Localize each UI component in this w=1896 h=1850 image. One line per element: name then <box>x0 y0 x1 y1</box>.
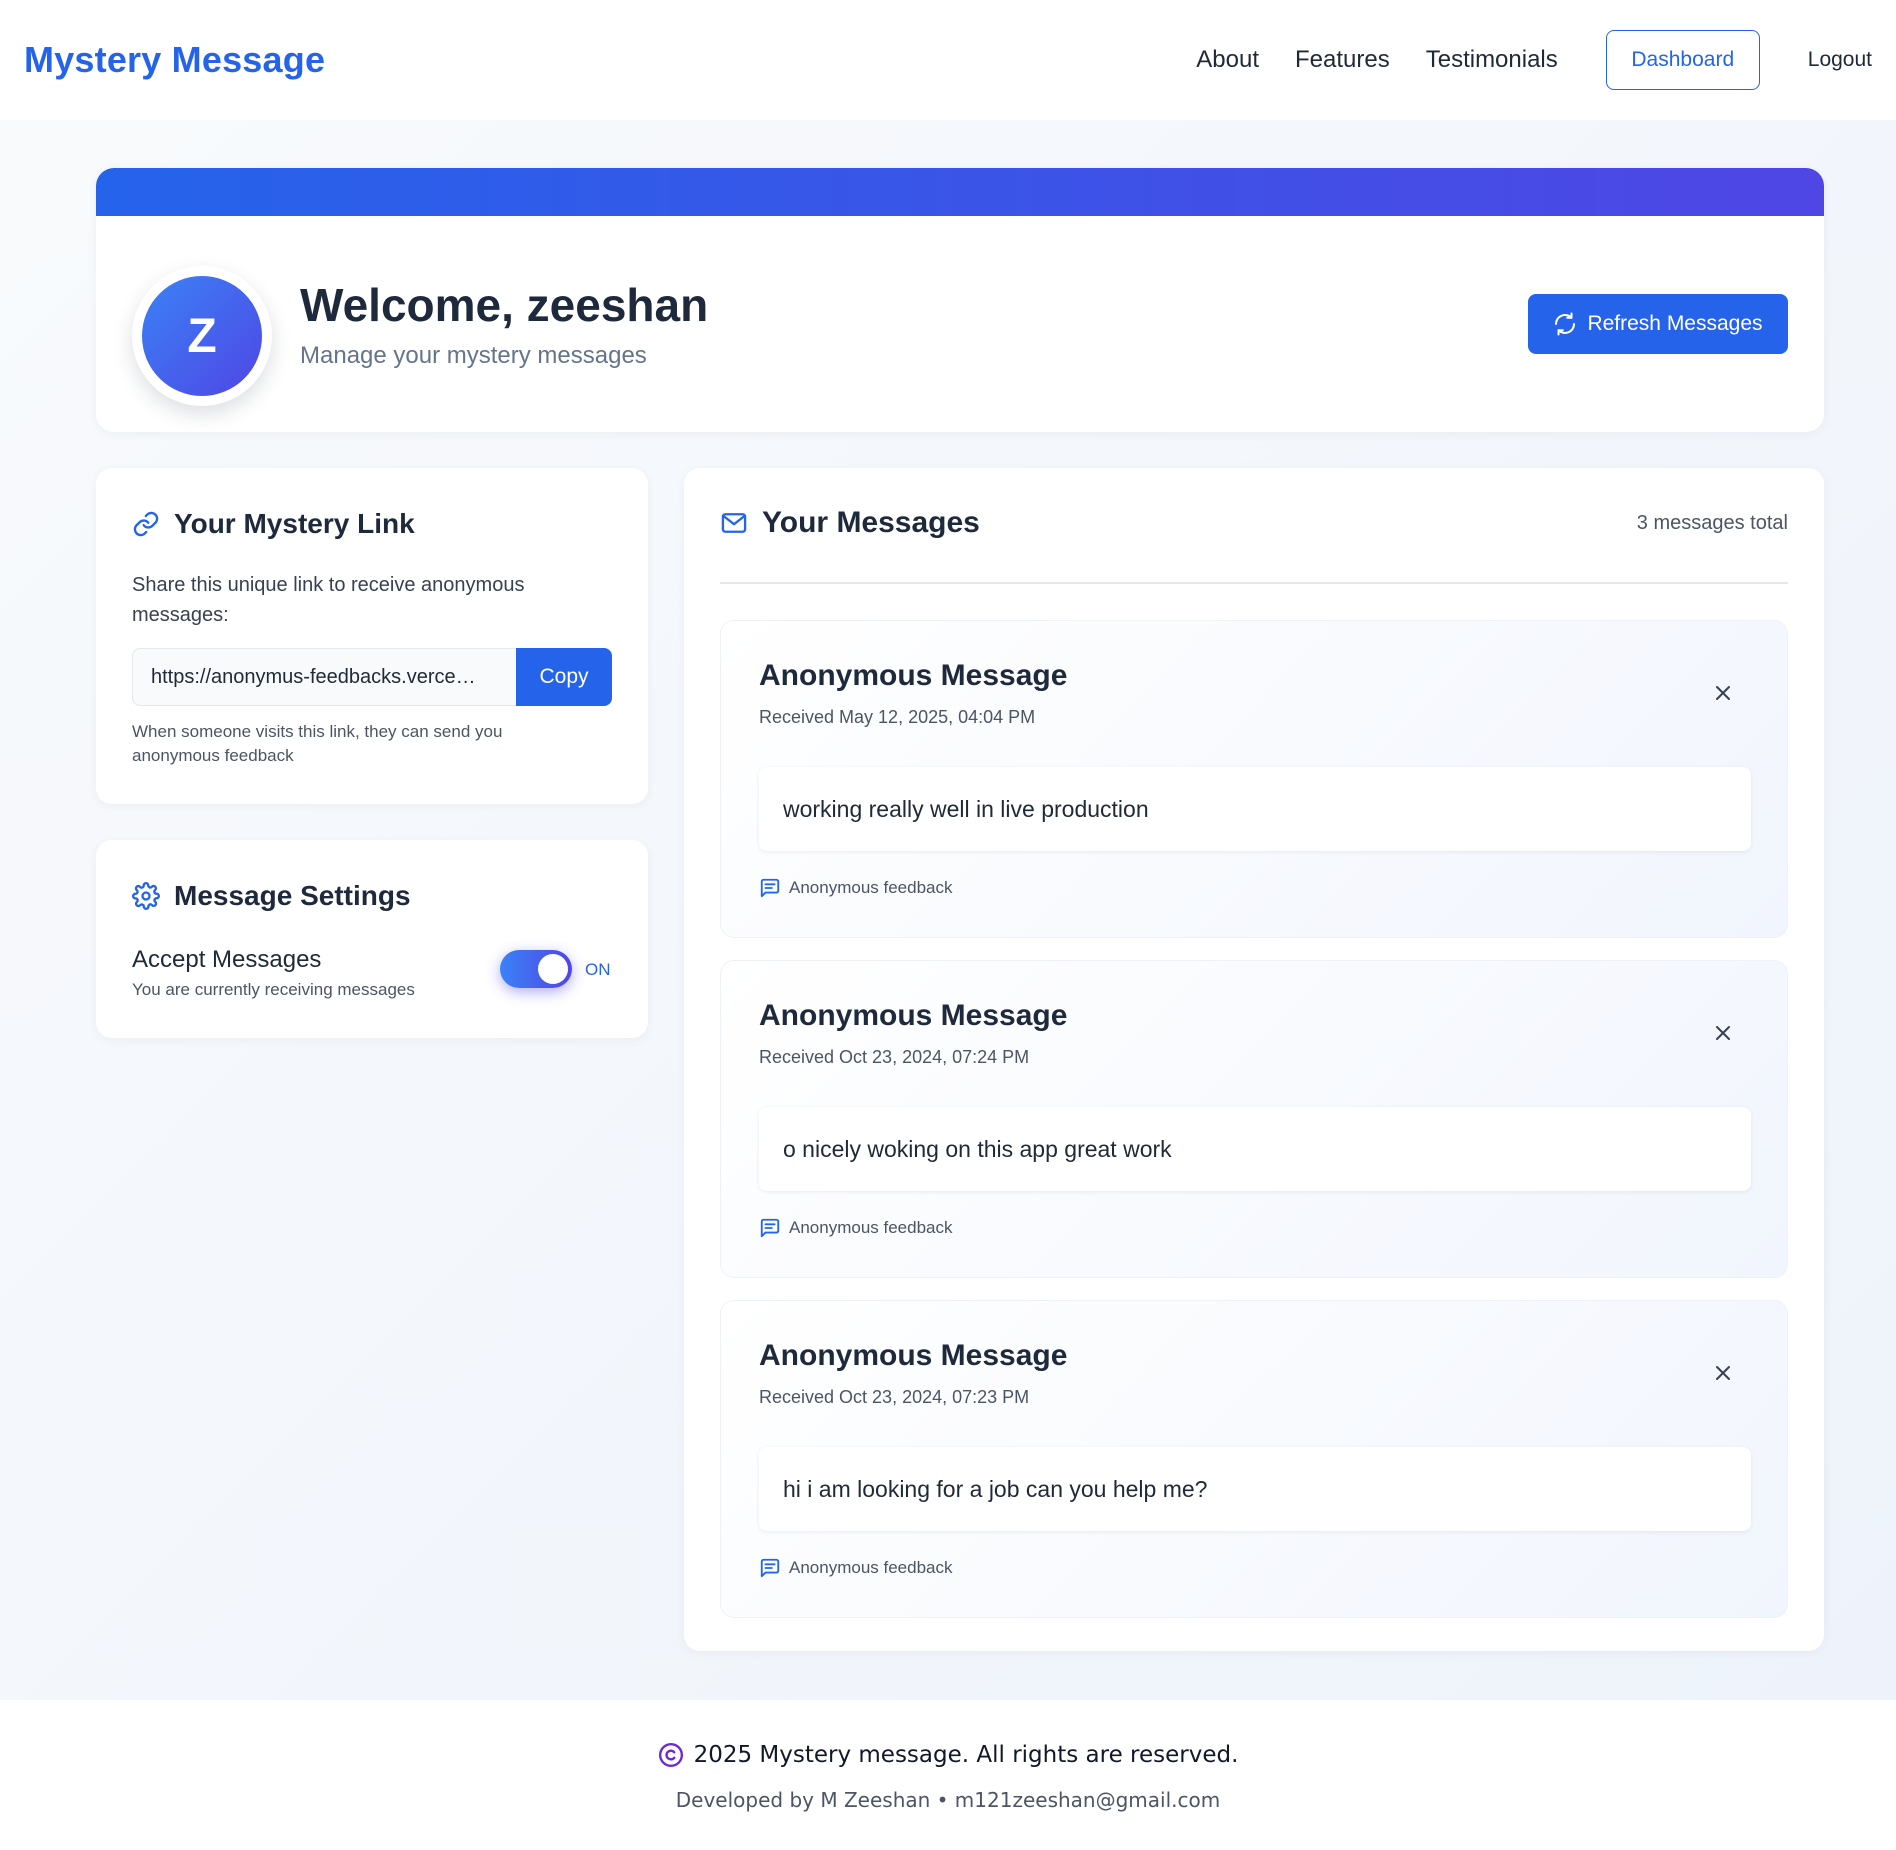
mystery-link-card: Your Mystery Link Share this unique link… <box>96 468 648 804</box>
message-footer-label: Anonymous feedback <box>789 878 953 897</box>
page-subtitle: Manage your mystery messages <box>300 342 647 369</box>
dashboard-button[interactable]: Dashboard <box>1605 30 1760 90</box>
footer-copyright-text: 2025 Mystery message. All rights are res… <box>693 1742 1239 1768</box>
copy-button[interactable]: Copy <box>516 648 612 706</box>
accept-messages-toggle[interactable] <box>500 950 572 988</box>
message-title: Anonymous Message <box>759 1339 1068 1372</box>
message-square-icon <box>760 1558 780 1578</box>
message-settings-card: Message Settings Accept Messages You are… <box>96 840 648 1038</box>
messages-heading: Your Messages <box>720 506 980 540</box>
mystery-link-description: Share this unique link to receive anonym… <box>132 574 525 626</box>
message-date: Received May 12, 2025, 04:04 PM <box>759 707 1036 727</box>
page-title: Welcome, zeeshan <box>300 279 709 331</box>
close-icon[interactable] <box>1711 681 1735 705</box>
close-icon[interactable] <box>1711 1021 1735 1045</box>
footer-copyright: 2025 Mystery message. All rights are res… <box>0 1742 1896 1768</box>
mystery-link-input[interactable] <box>132 648 516 706</box>
messages-card: Your Messages 3 messages total Anonymous… <box>684 468 1824 1651</box>
copyright-icon <box>658 1742 683 1768</box>
close-icon[interactable] <box>1711 1361 1735 1385</box>
message-card: Anonymous Message Received Oct 23, 2024,… <box>720 1300 1788 1618</box>
footer-developer: Developed by M Zeeshan • m121zeeshan@gma… <box>675 1788 1221 1812</box>
message-date: Received Oct 23, 2024, 07:24 PM <box>759 1047 1030 1067</box>
message-card: Anonymous Message Received May 12, 2025,… <box>720 620 1788 938</box>
toggle-knob <box>538 954 568 984</box>
footer: 2025 Mystery message. All rights are res… <box>0 1700 1896 1850</box>
message-body: o nicely woking on this app great work <box>759 1107 1751 1191</box>
link-icon <box>133 511 159 537</box>
message-footer: Anonymous feedback <box>759 1557 953 1579</box>
message-footer-label: Anonymous feedback <box>789 1558 953 1577</box>
message-title: Anonymous Message <box>759 659 1068 692</box>
welcome-banner <box>96 168 1824 216</box>
logout-button[interactable]: Logout <box>1808 48 1872 72</box>
message-card: Anonymous Message Received Oct 23, 2024,… <box>720 960 1788 1278</box>
welcome-card: Z Welcome, zeeshan Manage your mystery m… <box>96 168 1824 432</box>
message-footer: Anonymous feedback <box>759 877 953 899</box>
message-date: Received Oct 23, 2024, 07:23 PM <box>759 1387 1030 1407</box>
nav-links: About Features Testimonials Dashboard Lo… <box>1160 30 1872 90</box>
message-square-icon <box>760 1218 780 1238</box>
nav-link-about[interactable]: About <box>1196 46 1259 74</box>
message-settings-heading: Message Settings <box>132 880 411 912</box>
message-body: hi i am looking for a job can you help m… <box>759 1447 1751 1531</box>
toggle-state-label: ON <box>585 960 611 979</box>
mail-icon <box>721 513 747 533</box>
avatar-ring: Z <box>132 266 272 406</box>
welcome-body: Z Welcome, zeeshan Manage your mystery m… <box>96 216 1824 432</box>
refresh-icon <box>1555 312 1576 336</box>
refresh-messages-label: Refresh Messages <box>1587 312 1763 335</box>
avatar: Z <box>142 276 262 396</box>
messages-divider <box>720 582 1788 584</box>
brand-logo[interactable]: Mystery Message <box>24 39 325 81</box>
nav-link-testimonials[interactable]: Testimonials <box>1426 46 1558 74</box>
message-body: working really well in live production <box>759 767 1751 851</box>
gear-icon <box>132 882 160 910</box>
message-square-icon <box>760 878 780 898</box>
navbar: Mystery Message About Features Testimoni… <box>0 0 1896 120</box>
messages-count: 3 messages total <box>1636 512 1788 534</box>
mystery-link-help: When someone visits this link, they can … <box>132 722 503 765</box>
message-footer-label: Anonymous feedback <box>789 1218 953 1237</box>
nav-link-features[interactable]: Features <box>1295 46 1390 74</box>
refresh-messages-button[interactable]: Refresh Messages <box>1528 294 1788 354</box>
message-title: Anonymous Message <box>759 999 1068 1032</box>
messages-heading-text: Your Messages <box>762 506 980 539</box>
mystery-link-heading: Your Mystery Link <box>132 508 415 540</box>
message-settings-heading-text: Message Settings <box>174 880 411 911</box>
accept-messages-status: You are currently receiving messages <box>132 980 415 999</box>
message-footer: Anonymous feedback <box>759 1217 953 1239</box>
mystery-link-heading-text: Your Mystery Link <box>174 508 415 539</box>
accept-messages-label: Accept Messages <box>132 946 322 973</box>
